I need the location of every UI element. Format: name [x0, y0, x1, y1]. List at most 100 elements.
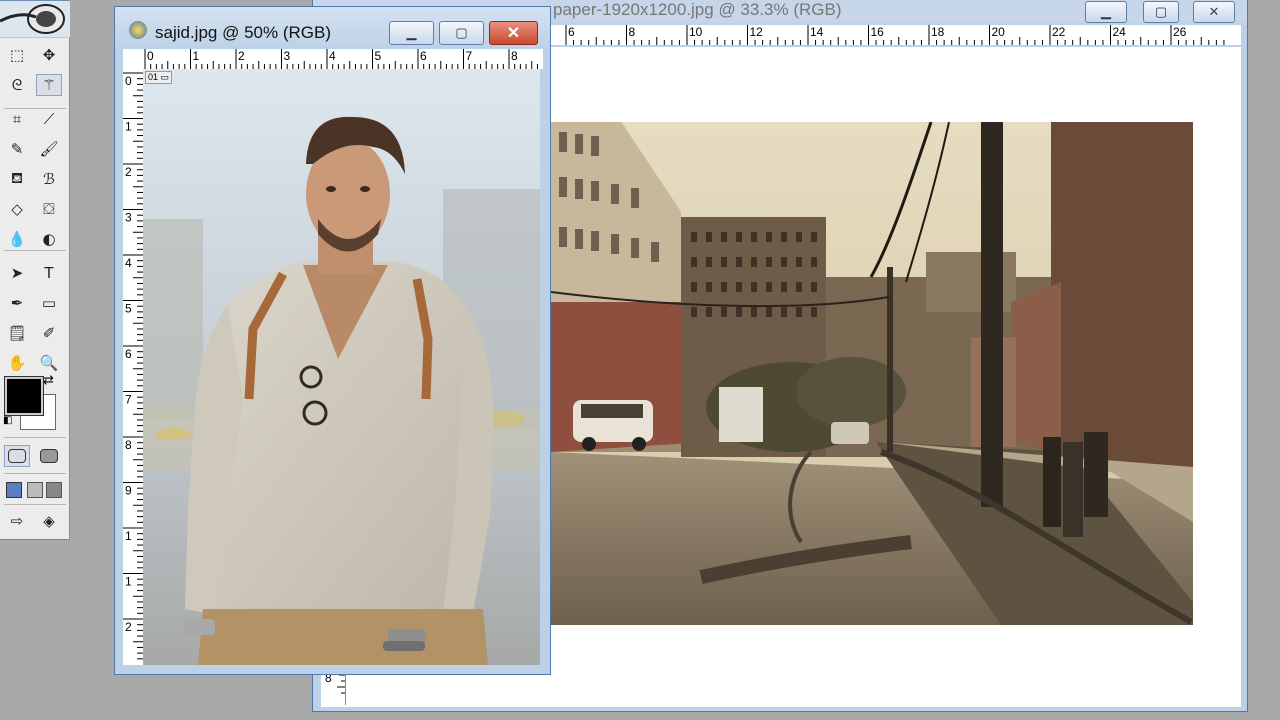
maximize-button[interactable]: ▢: [1143, 1, 1179, 23]
ruler-label: 16: [871, 25, 885, 39]
brush-tool-button[interactable]: 🖌: [36, 138, 62, 160]
ruler-label: 2: [125, 165, 132, 179]
marquee-tool-button[interactable]: ⬚: [4, 44, 30, 66]
eraser-icon: ◇: [11, 200, 23, 218]
quick-mask-button[interactable]: [36, 445, 62, 467]
ruler-label: 10: [689, 25, 703, 39]
quick-mask-icon: [40, 449, 58, 463]
layer-tag-icon: ▭: [158, 72, 170, 82]
minimize-icon: ▁: [406, 25, 417, 40]
ruler-label: 9: [125, 484, 132, 498]
notes-icon: 🗒: [7, 324, 27, 342]
dodge-icon: ◐: [42, 230, 56, 248]
ruler-top-ticks: 0 1 2 3 4 5 6 7 8: [144, 49, 538, 69]
clone-stamp-icon: ⛾: [10, 169, 24, 187]
blur-tool-button[interactable]: 💧: [4, 228, 30, 250]
close-button[interactable]: ✕: [489, 21, 538, 45]
foreground-color-swatch[interactable]: [5, 377, 43, 415]
ruler-label: 14: [810, 25, 824, 39]
pen-tool-button[interactable]: ✒: [4, 292, 30, 314]
ruler-label: 22: [1052, 25, 1066, 39]
type-tool-button[interactable]: T: [36, 262, 62, 284]
zoom-icon: 🔍: [39, 354, 59, 372]
toolbox-divider: [4, 437, 66, 438]
zoom-tool-button[interactable]: 🔍: [36, 352, 62, 374]
ruler-label: 1: [193, 49, 200, 63]
crop-icon: ⌗: [12, 110, 22, 128]
ruler-label: 7: [466, 49, 473, 63]
lasso-icon: ᘓ: [11, 76, 23, 94]
slice-tool-button[interactable]: ⟋: [36, 108, 62, 130]
marquee-icon: ⬚: [9, 46, 25, 64]
maximize-icon: ▢: [1154, 4, 1168, 19]
standard-mode-button[interactable]: [4, 445, 30, 467]
ruler-label: 8: [629, 25, 636, 39]
path-selection-tool-button[interactable]: ➤: [4, 262, 30, 284]
ruler-label: 2: [238, 49, 245, 63]
shape-icon: ▭: [41, 294, 57, 312]
maximize-button[interactable]: ▢: [439, 21, 484, 45]
ruler-label: 18: [931, 25, 945, 39]
hand-tool-button[interactable]: ✋: [4, 352, 30, 374]
pen-icon: ✒: [10, 294, 24, 312]
default-colors-icon[interactable]: ◧: [3, 415, 12, 426]
crop-tool-button[interactable]: ⌗: [4, 108, 30, 130]
ruler-label: 5: [375, 49, 382, 63]
eyedropper-tool-button[interactable]: ✐: [36, 322, 62, 344]
jump-to-imageready-icon[interactable]: ⇨: [4, 510, 30, 532]
toolbox-divider: [4, 504, 66, 505]
type-icon: T: [44, 264, 54, 282]
healing-brush-tool-button[interactable]: ✎: [4, 138, 30, 160]
layer-tag-label: 01: [148, 72, 159, 82]
paint-bucket-tool-button[interactable]: ⛋: [36, 198, 62, 220]
notes-tool-button[interactable]: 🗒: [4, 322, 30, 344]
imageready-icon[interactable]: ◈: [36, 510, 62, 532]
clone-stamp-tool-button[interactable]: ⛾: [4, 168, 30, 190]
ruler-top[interactable]: 0 1 2 3 4 5 6 7 8: [123, 49, 543, 69]
screen-mode-standard-button[interactable]: [6, 482, 22, 498]
toolbox-logo-icon: [0, 4, 65, 34]
blur-icon: 💧: [7, 230, 27, 248]
ruler-label: 8: [511, 49, 518, 63]
minimize-button[interactable]: ▁: [389, 21, 434, 45]
ruler-label: 1: [125, 575, 132, 589]
toolbox-header[interactable]: [0, 1, 70, 38]
toolbox-divider: [4, 108, 66, 109]
eraser-tool-button[interactable]: ◇: [4, 198, 30, 220]
toolbox-divider: [4, 250, 66, 251]
paint-bucket-icon: ⛋: [43, 200, 55, 218]
ruler-left[interactable]: 0 1 2 3 4 5 6 7 8 9 1 1 2: [123, 69, 143, 665]
dodge-tool-button[interactable]: ◐: [36, 228, 62, 250]
ruler-label: 1: [125, 120, 132, 134]
brush-icon: 🖌: [39, 140, 59, 158]
ruler-label: 2: [125, 620, 132, 634]
ruler-top[interactable]: 6 8 10 12 14 16 18 20 22 24 26: [551, 25, 1241, 45]
move-tool-button[interactable]: ✥: [36, 44, 62, 66]
ruler-label: 1: [125, 529, 132, 543]
close-icon: ✕: [1208, 4, 1220, 19]
lasso-tool-button[interactable]: ᘓ: [4, 74, 30, 96]
slice-icon: ⟋: [43, 110, 55, 128]
magic-wand-tool-button[interactable]: ⚚: [36, 74, 62, 96]
ruler-label: 20: [992, 25, 1006, 39]
portrait-photo: 01 ▭: [143, 69, 540, 665]
minimize-icon: ▁: [1101, 4, 1111, 19]
toolbox-panel[interactable]: ⬚ ✥ ᘓ ⚚ ⌗ ⟋ ✎ 🖌 ⛾ ℬ ◇ ⛋ 💧 ◐ ➤ T ✒ ▭ 🗒 ✐ ✋ 🔍 ⇄ ◧ ⇨ ◈: [0, 0, 70, 540]
document-window-front[interactable]: sajid.jpg @ 50% (RGB) ▁ ▢ ✕ 012345678 01…: [114, 6, 551, 675]
swap-colors-icon[interactable]: ⇄: [43, 373, 54, 388]
ruler-label: 7: [125, 393, 132, 407]
ruler-label: 0: [147, 49, 154, 63]
move-icon: ✥: [42, 46, 56, 64]
close-button[interactable]: ✕: [1193, 1, 1235, 23]
screen-mode-full-menu-button[interactable]: [27, 482, 43, 498]
minimize-button[interactable]: ▁: [1085, 1, 1127, 23]
screen-mode-full-button[interactable]: [46, 482, 62, 498]
shape-tool-button[interactable]: ▭: [36, 292, 62, 314]
ruler-label: 4: [329, 49, 336, 63]
document-title: paper-1920x1200.jpg @ 33.3% (RGB): [553, 0, 842, 19]
path-selection-icon: ➤: [10, 264, 24, 282]
photoshop-document-icon: [129, 21, 147, 39]
ruler-label: 6: [125, 347, 132, 361]
history-brush-tool-button[interactable]: ℬ: [36, 168, 62, 190]
ruler-label: 8: [125, 438, 132, 452]
